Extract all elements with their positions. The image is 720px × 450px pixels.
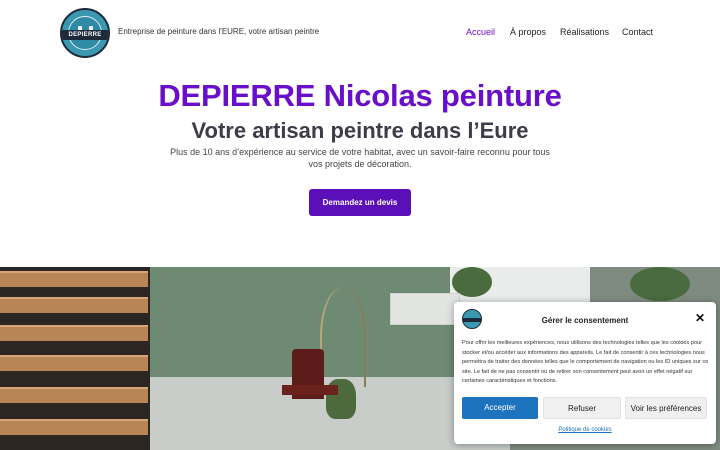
hero-subtitle: Votre artisan peintre dans l’Eure xyxy=(191,118,529,143)
close-icon[interactable]: ✕ xyxy=(694,312,706,324)
request-quote-button[interactable]: Demandez un devis xyxy=(309,189,411,216)
hero-title: DEPIERRE Nicolas peinture xyxy=(158,78,562,113)
hero-description: Plus de 10 ans d’expérience au service d… xyxy=(170,147,550,169)
logo-text: DEPIERRE xyxy=(68,32,102,38)
refuse-cookies-button[interactable]: Refuser xyxy=(543,397,621,419)
cookie-consent-dialog: Gérer le consentement ✕ Pour offrir les … xyxy=(454,302,716,444)
photo-chair-seat xyxy=(282,385,338,395)
stair-step xyxy=(0,297,148,313)
nav-item-a-propos[interactable]: À propos xyxy=(510,27,546,37)
logo-band: DEPIERRE xyxy=(62,30,108,40)
nav-item-contact[interactable]: Contact xyxy=(622,27,653,37)
nav-item-accueil[interactable]: Accueil xyxy=(466,27,495,37)
stair-step xyxy=(0,325,148,341)
site-tagline: Entreprise de peinture dans l'EURE, votr… xyxy=(118,27,320,36)
stair-step xyxy=(0,271,148,287)
cookie-dialog-text: Pour offrir les meilleures expériences, … xyxy=(462,340,709,385)
accept-cookies-button[interactable]: Accepter xyxy=(462,397,538,419)
stair-step xyxy=(0,419,148,435)
photo-radiator xyxy=(390,293,460,325)
site-header: DEPIERRE Entreprise de peinture dans l'E… xyxy=(0,0,720,66)
stair-step xyxy=(0,387,148,403)
stair-step xyxy=(0,355,148,371)
site-logo[interactable]: DEPIERRE xyxy=(60,8,110,58)
photo-dried-plant xyxy=(320,287,366,387)
photo-stairs xyxy=(0,267,150,450)
view-preferences-button[interactable]: Voir les préférences xyxy=(625,397,707,419)
cookie-policy-link[interactable]: Politique de cookies xyxy=(454,427,716,433)
photo-foliage-right xyxy=(630,267,690,301)
cookie-dialog-title: Gérer le consentement xyxy=(541,316,629,325)
nav-item-realisations[interactable]: Réalisations xyxy=(560,27,609,37)
